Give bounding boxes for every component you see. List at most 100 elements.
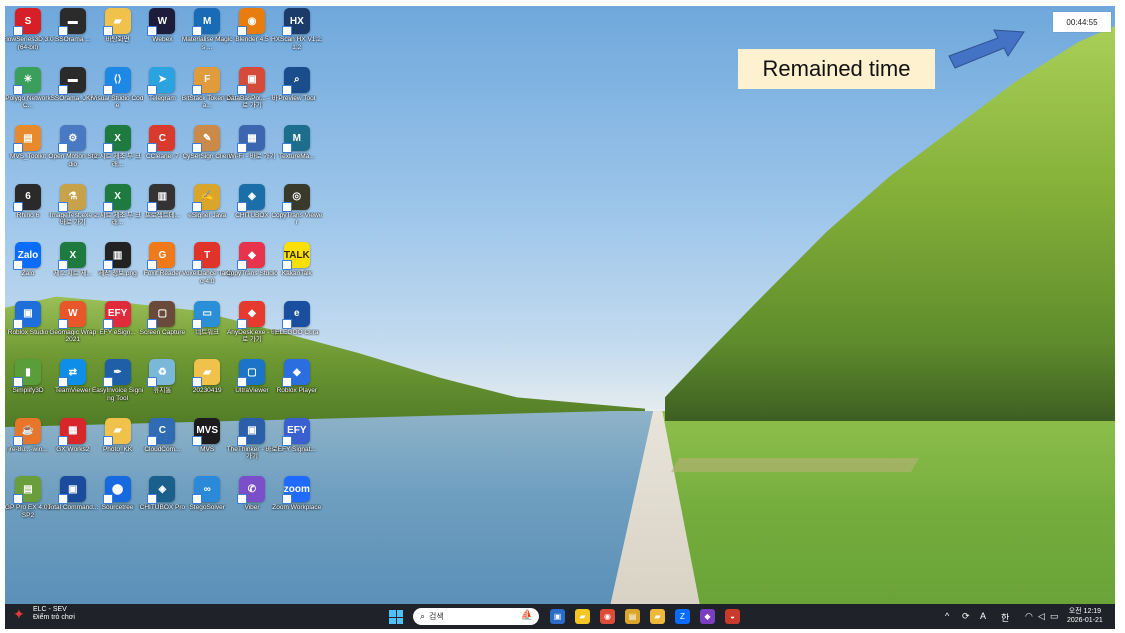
desktop-icon[interactable]: ▣ Roblox Studio — [5, 300, 53, 359]
desktop-icon[interactable]: ◆ CopyTrans Studio — [226, 242, 278, 300]
game-icon: ✦ — [13, 606, 25, 622]
taskbar-search-box[interactable]: ⌕ 검색 ⛵ — [413, 608, 539, 625]
desktop-icon[interactable]: ▭ 네트워크 — [182, 300, 232, 359]
desktop-icon[interactable]: ▢ Screen Capture — [137, 300, 187, 359]
desktop-icon[interactable]: X제 2.시트 제... — [48, 242, 98, 300]
clock-date: 2026-01-21 — [1067, 617, 1103, 624]
show-hidden-icons-chevron[interactable]: ^ — [945, 611, 949, 621]
desktop-icon[interactable]: C CCleaner 7 — [137, 125, 187, 183]
input-mode-a[interactable]: A — [980, 611, 986, 621]
desktop-icon[interactable]: ▰ 20230419 — [182, 359, 232, 417]
desktop-icon[interactable]: EFY EFY eSign... — [93, 300, 143, 359]
desktop-icon[interactable]: EFY EFY Signat... — [272, 417, 322, 476]
desktop-icon[interactable]: ▦ GX Works2 — [48, 417, 98, 476]
desktop-icon[interactable]: ▣ Total Command... — [47, 476, 98, 534]
sourcetree-icon: ⬤ — [102, 476, 131, 504]
texture-icon: M — [281, 125, 310, 153]
desktop-icon[interactable]: ◆ AnyDesk.exe - 바로 가기 — [227, 300, 277, 359]
vscode-icon: ⟨⟩ — [102, 66, 131, 95]
desktop-icon[interactable]: ▰ Photo_KK — [93, 417, 143, 476]
taskbar-app-cooking[interactable]: ◒ — [725, 609, 740, 624]
chitubox-icon: ◈ — [237, 183, 265, 212]
desktop-icon[interactable]: ⚗ ImageTest.exe - 바로 가기 — [48, 183, 98, 242]
desktop-icon[interactable]: ✆ Viber — [227, 476, 277, 534]
start-button[interactable] — [389, 610, 403, 624]
desktop-icon[interactable]: ▥ 제작 정보.png — [93, 242, 143, 300]
desktop-icon[interactable]: ⬤ Sourcetree — [93, 476, 143, 534]
desktop-icon[interactable]: ➤ Telegram — [137, 66, 187, 125]
search-highlight-icon: ⛵ — [520, 610, 533, 621]
desktop-icon[interactable]: MVS MVS — [182, 417, 232, 476]
desktop-icon[interactable]: X 2.시트 제조 부 크래... — [93, 183, 143, 242]
cura-icon: e — [281, 300, 310, 329]
image-file-icon: ▥ — [102, 242, 131, 270]
desktop-icon[interactable]: ▣ TheThinker - 바로 가기 — [227, 417, 277, 476]
desktop-icon-label: ELEGOO Cura — [275, 328, 319, 336]
desktop-icon[interactable]: C CloudCom... — [137, 417, 187, 476]
desktop-icon[interactable]: ◈ CHITUBOX — [227, 183, 277, 242]
desktop-icon[interactable]: ▤ GP Pro EX 4.09 SP2 — [5, 476, 53, 534]
zoom-icon: zoom — [281, 476, 310, 504]
desktop-icon[interactable]: ✒ EasyInvoice Signing Tool — [92, 359, 143, 417]
desktop-icon[interactable]: 6 Rhino 6 — [5, 183, 53, 242]
desktop-icon[interactable]: ✎ CySerSign Client — [182, 125, 232, 183]
desktop-icon[interactable]: G Foxit Reader — [137, 242, 187, 300]
desktop: S FlowSeries3D 3.0 (64-bit) ▬ SSOrama ... ▰ 바… — [5, 6, 1115, 604]
taskbar-app-chrome[interactable]: ◉ — [600, 609, 615, 624]
desktop-icon[interactable]: ☕ jre-8u...-win... — [5, 417, 53, 476]
desktop-icon[interactable]: ◆ Roblox Player — [272, 359, 322, 417]
token-icon: F — [192, 66, 221, 95]
desktop-icon[interactable]: ✍ eSigner Java — [182, 183, 232, 242]
desktop-icon[interactable]: ▬ SSOrama_JKH — [48, 66, 98, 125]
desktop-icon[interactable]: ▥ 프로젝트데... — [137, 183, 187, 242]
desktop-icon[interactable]: ◎ CopyTrans Viewer — [271, 183, 322, 242]
desktop-icon[interactable]: F BitStack Token Wa... — [182, 66, 233, 125]
windows-logo-icon — [389, 610, 396, 617]
motion-icon: ⚙ — [57, 125, 86, 153]
taskbar-app-explorer[interactable]: ▰ — [650, 609, 665, 624]
desktop-icon[interactable]: ▮ Simplify3D — [5, 359, 53, 417]
taskbar-app-pdf[interactable]: ▤ — [625, 609, 640, 624]
desktop-icon[interactable]: ◉ Blender 4.5 — [227, 8, 277, 66]
battery-icon[interactable]: ▭ — [1050, 611, 1059, 622]
sync-icon[interactable]: ⟳ — [962, 611, 970, 622]
desktop-icon[interactable]: TALK KakaoTalk — [272, 242, 322, 300]
desktop-icon[interactable]: ∞ StegoSolver — [182, 476, 232, 534]
desktop-icon[interactable]: S FlowSeries3D 3.0 (64-bit) — [5, 8, 54, 66]
weather-widget[interactable]: ✦ ELC - SEV Điểm trò chơi — [13, 606, 75, 622]
taskbar-app-zalo[interactable]: Z — [675, 609, 690, 624]
wifi-icon[interactable]: ◠ — [1025, 611, 1033, 622]
desktop-icon[interactable]: ⇄ TeamViewer — [48, 359, 98, 417]
desktop-icon[interactable]: X 2.시트 제조 부 크래... — [93, 125, 143, 183]
desktop-icon[interactable]: M Materialise Magics ... — [182, 8, 232, 66]
desktop-icon[interactable]: ✳ Polygo Network C... — [5, 66, 53, 125]
desktop-icon[interactable]: ▰ 바탕화면 — [93, 8, 143, 66]
desktop-icon[interactable]: ▤ MVS_Toolkit — [5, 125, 53, 183]
desktop-icon[interactable]: ⌕ Preview Tool — [272, 66, 322, 125]
desktop-icon[interactable]: zoom Zoom Workplace — [272, 476, 322, 534]
remaining-time-display: 00:44:55 — [1053, 12, 1111, 32]
volume-icon[interactable]: ◁ — [1038, 611, 1045, 622]
desktop-icon[interactable]: ▦ Wi-Fi - 바로 가기 — [227, 125, 277, 183]
taskbar-clock[interactable]: 오전 12:19 2026-01-21 — [1067, 607, 1103, 625]
desktop-icon[interactable]: e ELEGOO Cura — [272, 300, 322, 359]
taskbar-app-notes[interactable]: ▰ — [575, 609, 590, 624]
desktop-icon[interactable]: ⟨⟩ Visual Studio Code — [92, 66, 143, 125]
desktop-icon[interactable]: ◈ CHITUBOX Pro — [137, 476, 187, 534]
taskbar-app-widgets[interactable]: ▣ — [550, 609, 565, 624]
monitor-icon: ▬ — [57, 66, 86, 95]
desktop-icon[interactable]: ♻ 휴지통 — [137, 359, 187, 417]
desktop-icon[interactable]: ▢ UltraViewer — [227, 359, 277, 417]
desktop-icon[interactable]: W Webex — [137, 8, 187, 66]
desktop-icon[interactable]: ▣ DataBasPol... - 바로 가기 — [226, 66, 278, 125]
input-mode-hangul[interactable]: 한 — [1001, 611, 1009, 624]
taskbar-app-vs[interactable]: ◆ — [700, 609, 715, 624]
desktop-icon[interactable]: M TextureMa... — [272, 125, 322, 183]
desktop-icon[interactable]: T VoxelDance Tango 4.0 — [182, 242, 232, 300]
desktop-icon[interactable]: ⚙ Open Motion Studio — [48, 125, 98, 183]
cloudcom-icon: C — [147, 417, 176, 446]
desktop-icon[interactable]: W Geomagic Wrap 2021 — [48, 300, 98, 359]
desktop-icon[interactable]: Zalo Zalo — [5, 242, 53, 300]
desktop-icon[interactable]: HX HXScan HX V1.2.1.2 — [271, 8, 323, 66]
desktop-icon[interactable]: ▬ SSOrama ... — [48, 8, 98, 66]
